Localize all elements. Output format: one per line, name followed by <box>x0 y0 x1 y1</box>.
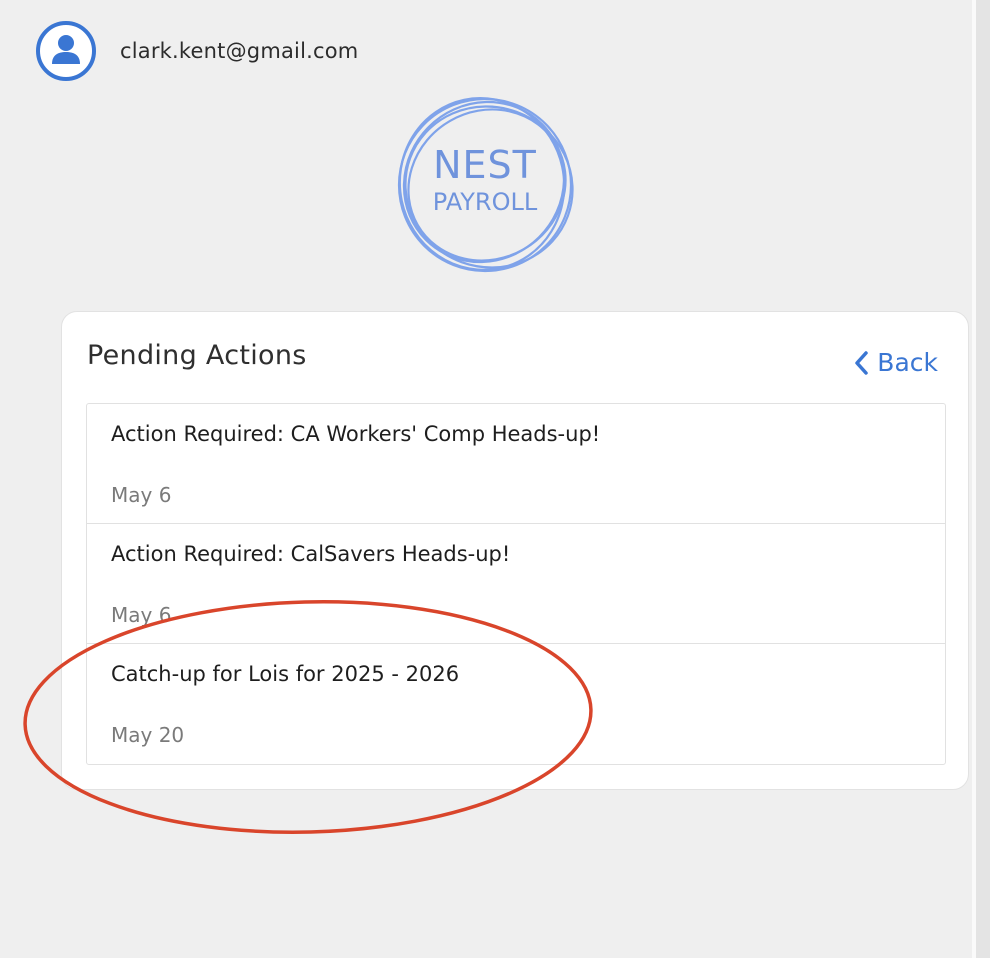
pending-action-title: Action Required: CalSavers Heads-up! <box>111 542 511 566</box>
pending-actions-card: Pending Actions Back Action Required: CA… <box>61 311 969 790</box>
pending-action-date: May 6 <box>111 603 172 627</box>
pending-actions-title: Pending Actions <box>87 340 307 371</box>
account-email: clark.kent@gmail.com <box>120 39 359 63</box>
back-button[interactable]: Back <box>853 348 938 377</box>
pending-action-item[interactable]: Catch-up for Lois for 2025 - 2026 May 20 <box>87 644 945 764</box>
pending-action-title: Action Required: CA Workers' Comp Heads-… <box>111 422 601 446</box>
pending-actions-list: Action Required: CA Workers' Comp Heads-… <box>86 403 946 765</box>
user-circle-icon[interactable] <box>35 20 97 82</box>
back-label: Back <box>877 348 938 377</box>
pending-action-item[interactable]: Action Required: CA Workers' Comp Heads-… <box>87 404 945 524</box>
logo-line2: PAYROLL <box>433 188 538 216</box>
pending-action-date: May 6 <box>111 483 172 507</box>
pending-action-title: Catch-up for Lois for 2025 - 2026 <box>111 662 460 686</box>
account-header: clark.kent@gmail.com <box>35 20 358 82</box>
chevron-left-icon <box>855 350 869 375</box>
logo-line1: NEST <box>433 143 537 187</box>
pending-action-date: May 20 <box>111 723 185 747</box>
nest-payroll-logo: NEST PAYROLL <box>392 92 578 278</box>
page-scrollbar[interactable] <box>972 0 990 958</box>
pending-action-item[interactable]: Action Required: CalSavers Heads-up! May… <box>87 524 945 644</box>
